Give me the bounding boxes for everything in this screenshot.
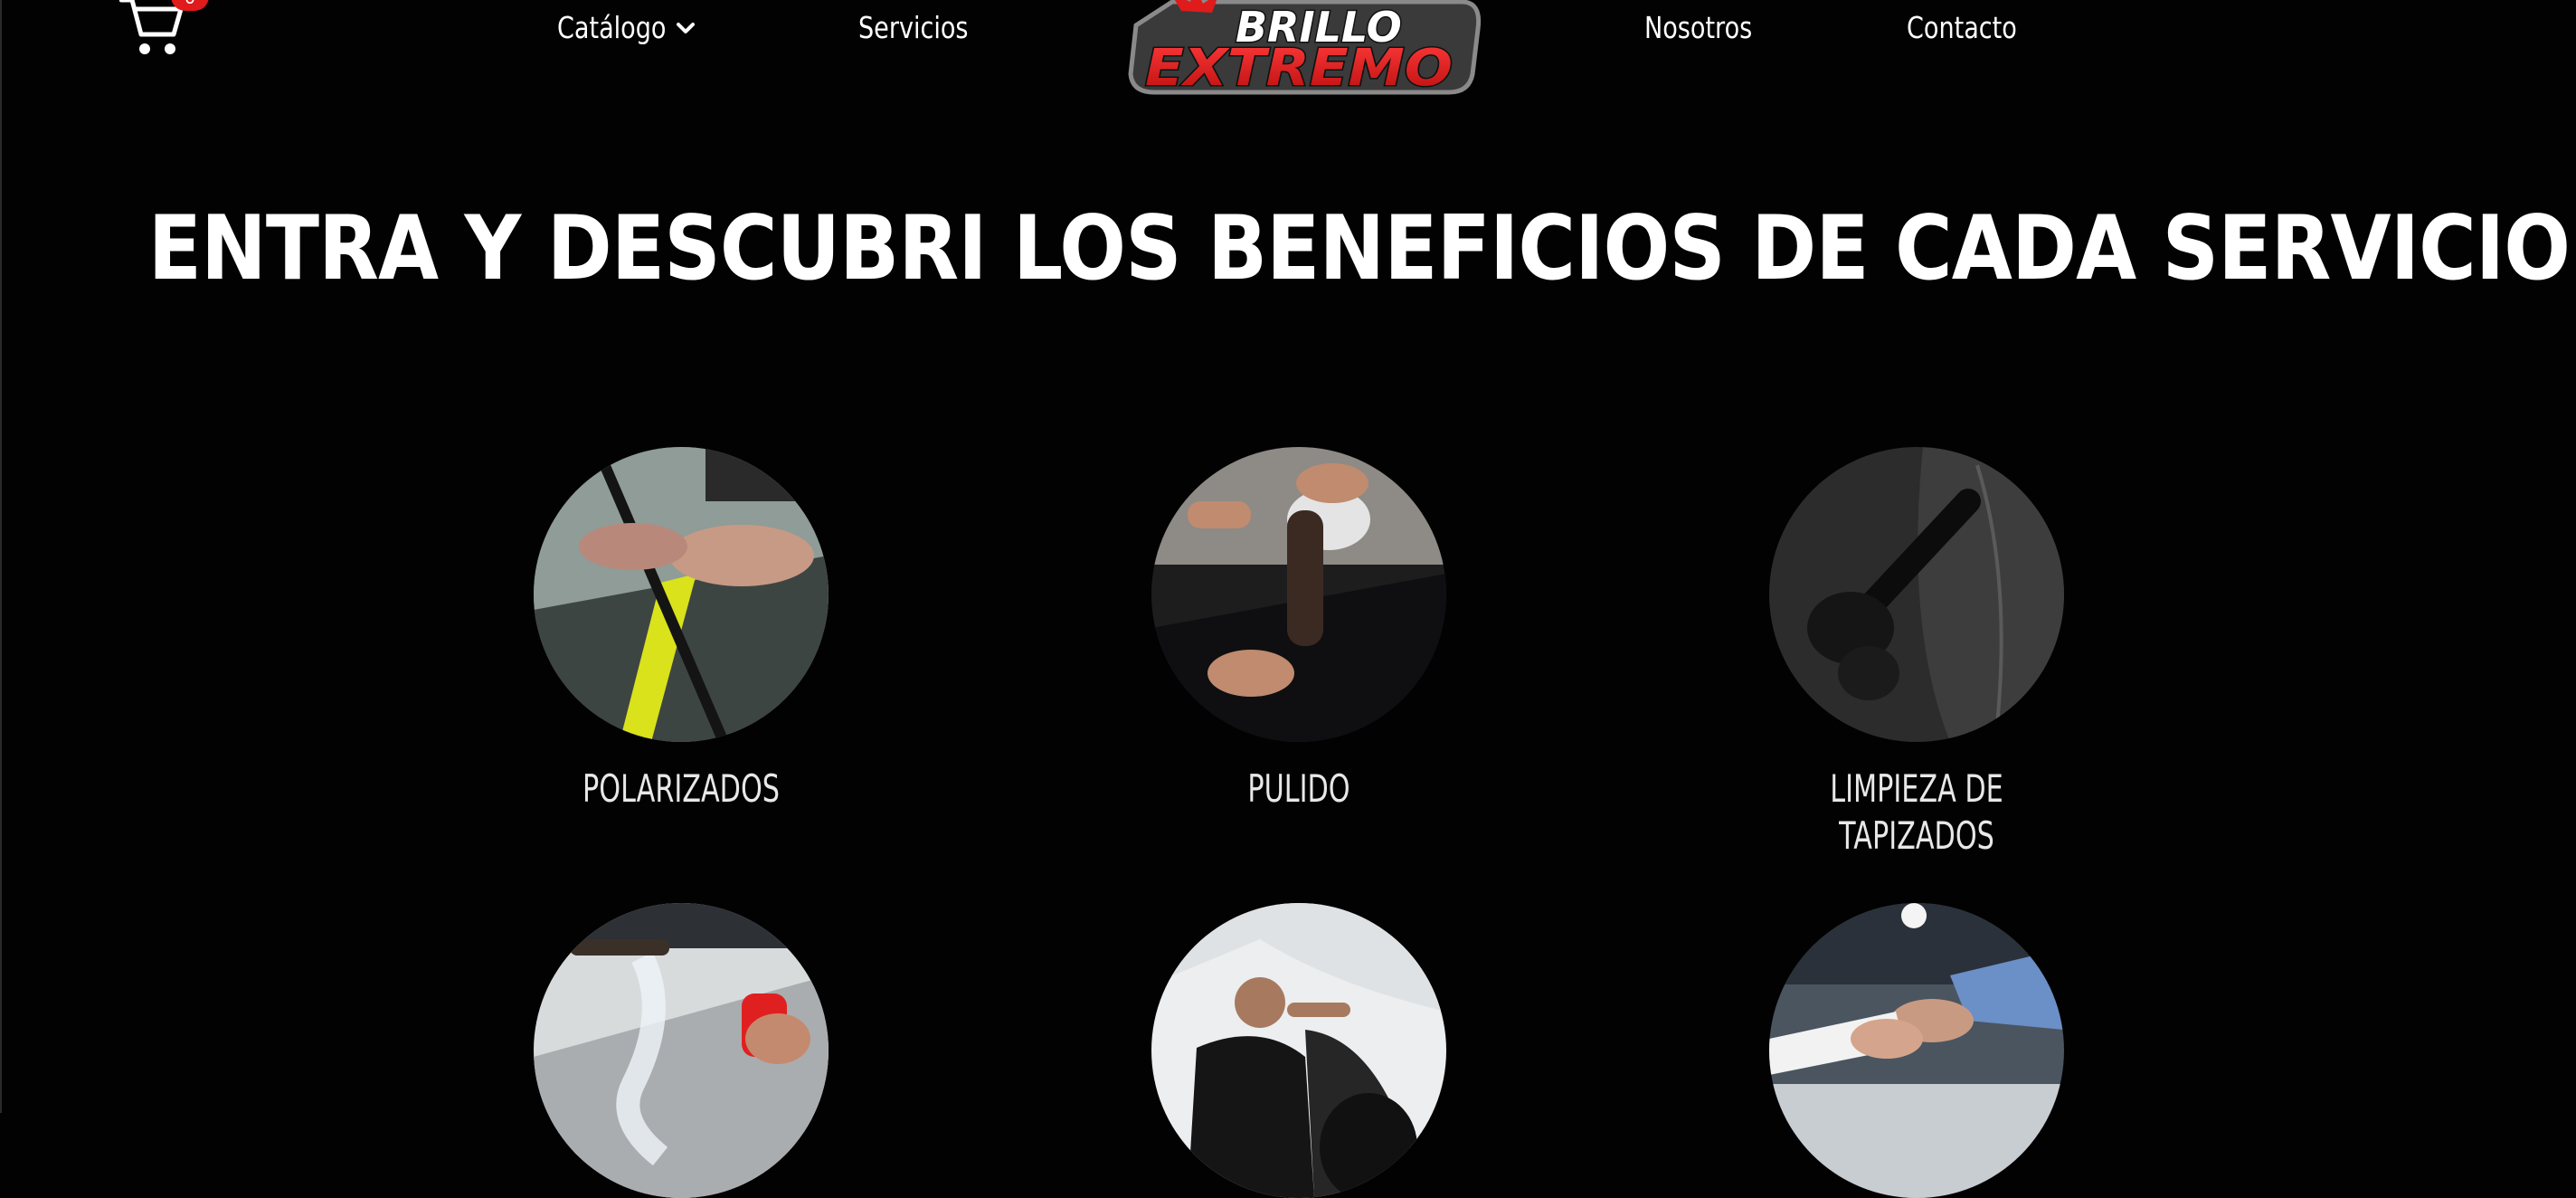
service-image-6[interactable] xyxy=(1769,903,2064,1198)
service-image-5[interactable] xyxy=(1151,903,1446,1198)
section-heading: ENTRA Y DESCUBRI LOS BENEFICIOS DE CADA … xyxy=(147,197,2571,300)
nav-contact[interactable]: Contacto xyxy=(1907,5,2017,52)
service-label-polarizados[interactable]: POLARIZADOS xyxy=(545,765,818,813)
nav-about[interactable]: Nosotros xyxy=(1644,5,1752,52)
service-image-pulido[interactable] xyxy=(1151,447,1446,742)
nav-services[interactable]: Servicios xyxy=(858,5,969,52)
svg-text:EXTREMO: EXTREMO xyxy=(1145,39,1453,98)
service-image-4[interactable] xyxy=(534,903,829,1198)
service-label-limpieza-tapizados[interactable]: LIMPIEZA DE TAPIZADOS xyxy=(1780,765,2053,860)
nav-catalog[interactable]: Catálogo xyxy=(557,5,666,52)
service-label-pulido[interactable]: PULIDO xyxy=(1162,765,1435,813)
service-image-limpieza-tapizados[interactable] xyxy=(1769,447,2064,742)
brand-logo[interactable]: BRILLO EXTREMO xyxy=(1118,0,1485,100)
chevron-down-icon[interactable] xyxy=(673,15,698,41)
page-edge xyxy=(0,0,2,1113)
shopping-cart-icon[interactable] xyxy=(118,0,184,60)
service-image-polarizados[interactable] xyxy=(534,447,829,742)
